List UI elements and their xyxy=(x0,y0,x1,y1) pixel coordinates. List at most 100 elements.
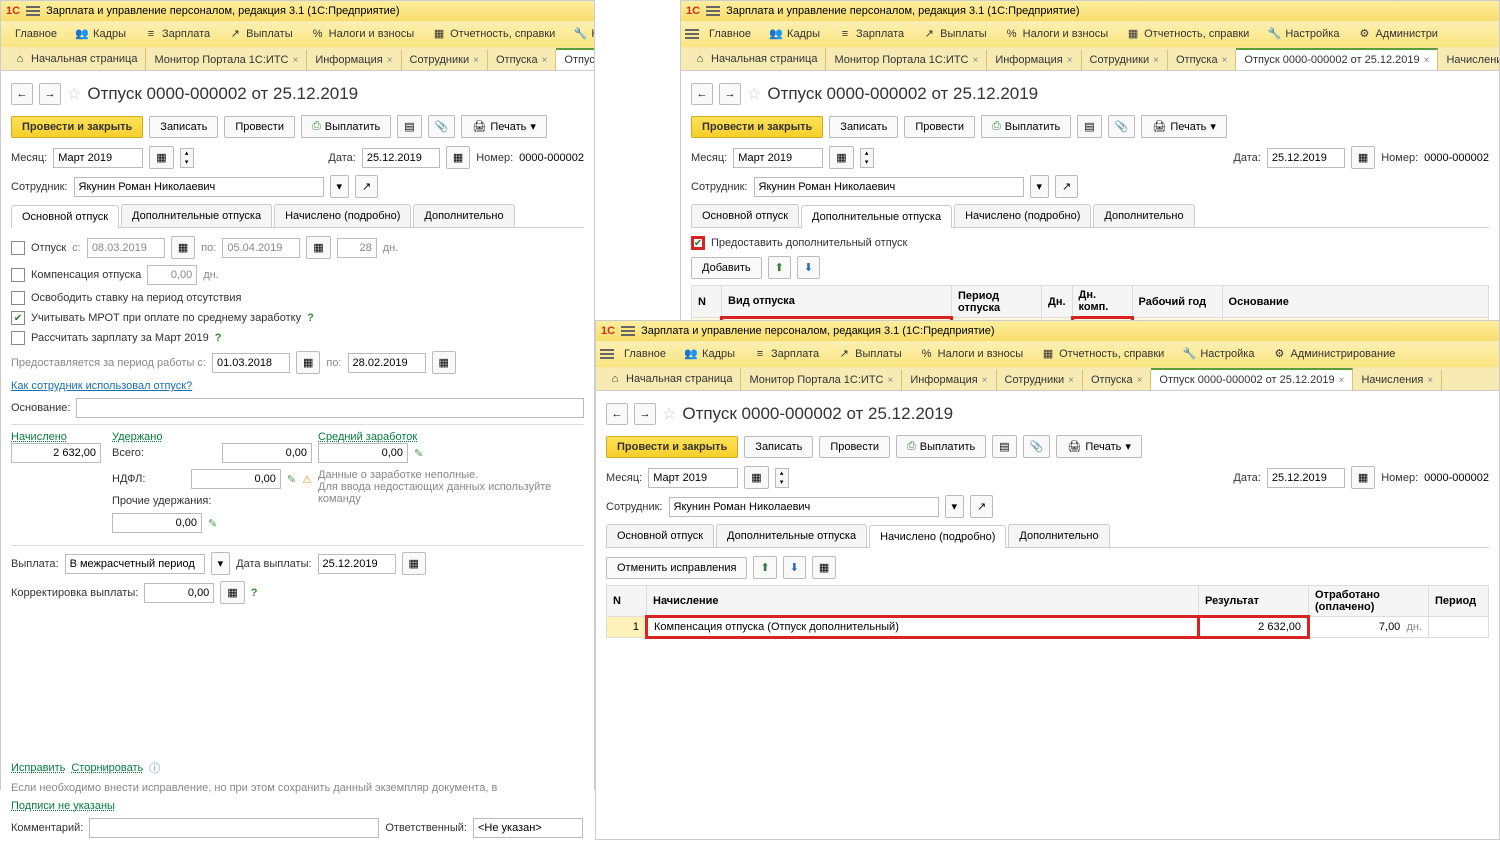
formtab-extra[interactable]: Дополнительные отпуска xyxy=(121,204,272,227)
tab-emp[interactable]: Сотрудники× xyxy=(402,50,488,70)
fld-paydate[interactable] xyxy=(318,554,396,574)
cell-accrual-name[interactable]: Компенсация отпуска (Отпуск дополнительн… xyxy=(647,617,1199,638)
show-icon[interactable]: ▦ xyxy=(812,556,836,579)
fld-emp[interactable] xyxy=(74,177,324,197)
fld-p1[interactable] xyxy=(212,353,290,373)
edit-icon[interactable]: ✎ xyxy=(414,447,423,460)
help-icon[interactable]: ? xyxy=(251,587,258,599)
menu-otchet[interactable]: ▦Отчетность, справки xyxy=(424,24,563,44)
star-icon[interactable]: ☆ xyxy=(67,84,81,104)
fld-to[interactable] xyxy=(222,238,300,258)
move-down-icon[interactable]: ⬇ xyxy=(797,256,820,279)
chk-free[interactable] xyxy=(11,291,25,305)
btn-attach[interactable]: 📎 xyxy=(428,115,456,138)
close-icon[interactable]: × xyxy=(387,55,393,66)
calendar-icon[interactable]: ▦ xyxy=(402,552,426,575)
star-icon[interactable]: ☆ xyxy=(747,84,761,104)
fld-from[interactable] xyxy=(87,238,165,258)
calendar-icon[interactable]: ▦ xyxy=(432,351,456,374)
btn-add[interactable]: Добавить xyxy=(691,257,762,279)
menu-vyplaty[interactable]: ↗Выплаты xyxy=(220,24,300,44)
nav-fwd[interactable]: → xyxy=(719,83,741,105)
chk-recalc[interactable] xyxy=(11,331,25,345)
link-avg[interactable]: Средний заработок xyxy=(318,431,584,443)
hamburger-icon[interactable] xyxy=(685,29,699,39)
chk-grant-extra[interactable]: ✔ xyxy=(691,236,705,250)
formtab-accrued[interactable]: Начислено (подробно) xyxy=(274,204,411,227)
fld-comment[interactable] xyxy=(89,818,379,838)
lbl-date: Дата: xyxy=(328,152,355,164)
fld-days[interactable] xyxy=(337,238,377,258)
fld-month[interactable] xyxy=(53,148,143,168)
chk-comp[interactable] xyxy=(11,268,25,282)
btn-pay[interactable]: ⎙Выплатить xyxy=(301,115,391,138)
chk-mrot[interactable]: ✔ xyxy=(11,311,25,325)
nav-back[interactable]: ← xyxy=(691,83,713,105)
menu-nastroika[interactable]: 🔧Настройка xyxy=(565,24,594,44)
link-storno[interactable]: Сторнировать xyxy=(71,762,143,774)
move-up-icon[interactable]: ⬆ xyxy=(768,256,791,279)
close-icon[interactable]: × xyxy=(292,55,298,66)
btn-proceed-close[interactable]: Провести и закрыть xyxy=(11,116,143,138)
table-row[interactable]: 1 Компенсация отпуска (Отпуск дополнител… xyxy=(607,617,1489,638)
edit-icon[interactable]: ✎ xyxy=(208,517,217,530)
help-icon[interactable]: ? xyxy=(307,312,314,324)
calendar-icon[interactable]: ▦ xyxy=(296,351,320,374)
tab-home[interactable]: ⌂Начальная страница xyxy=(5,48,146,70)
link-accrued[interactable]: Начислено xyxy=(11,431,106,443)
fld-paywhen[interactable] xyxy=(65,554,205,574)
edit-icon[interactable]: ✎ xyxy=(287,473,296,486)
tab-vac[interactable]: Отпуска× xyxy=(488,50,556,70)
menu-main[interactable]: Главное xyxy=(7,25,65,43)
formtab-main[interactable]: Основной отпуск xyxy=(11,205,119,228)
close-icon[interactable]: × xyxy=(542,55,548,66)
hamburger-icon[interactable] xyxy=(26,6,40,16)
formtab-accrued[interactable]: Начислено (подробно) xyxy=(869,525,1006,548)
dropdown-icon[interactable]: ▾ xyxy=(330,175,350,198)
month-spinner[interactable]: ▴▾ xyxy=(180,148,194,168)
btn-print[interactable]: 🖨Печать▾ xyxy=(461,115,547,138)
tab-monitor[interactable]: Монитор Портала 1С:ИТС× xyxy=(146,50,307,70)
dropdown-icon[interactable]: ▾ xyxy=(211,552,231,575)
nav-back[interactable]: ← xyxy=(606,403,628,425)
tab-info[interactable]: Информация× xyxy=(307,50,401,70)
calendar-icon[interactable]: ▦ xyxy=(446,146,470,169)
fld-p2[interactable] xyxy=(348,353,426,373)
link-how-used[interactable]: Как сотрудник использовал отпуск? xyxy=(11,380,192,392)
nav-fwd[interactable]: → xyxy=(634,403,656,425)
link-hold[interactable]: Удержано xyxy=(112,431,312,443)
nav-back[interactable]: ← xyxy=(11,83,33,105)
tab-doc[interactable]: Отпуск 0000-000002 от 25.12.2019× xyxy=(556,48,594,70)
menu-zarplata[interactable]: ≡Зарплата xyxy=(136,24,218,44)
formtab-extra[interactable]: Дополнительные отпуска xyxy=(801,205,952,228)
move-up-icon[interactable]: ⬆ xyxy=(753,556,776,579)
menu-nalogi[interactable]: %Налоги и взносы xyxy=(303,24,423,44)
btn-post[interactable]: Провести xyxy=(224,116,295,138)
fld-corr[interactable] xyxy=(144,583,214,603)
menu-kadry[interactable]: 👥Кадры xyxy=(67,24,134,44)
open-icon[interactable]: ↗ xyxy=(355,175,378,198)
fld-date[interactable] xyxy=(362,148,440,168)
calendar-icon[interactable]: ▦ xyxy=(171,236,195,259)
hamburger-icon[interactable] xyxy=(706,6,720,16)
nav-fwd[interactable]: → xyxy=(39,83,61,105)
fld-resp[interactable] xyxy=(473,818,583,838)
btn-fill[interactable]: ▤ xyxy=(397,115,421,138)
month-picker-icon[interactable]: ▦ xyxy=(149,146,173,169)
btn-cancel-fix[interactable]: Отменить исправления xyxy=(606,557,747,579)
close-icon[interactable]: × xyxy=(473,55,479,66)
btn-save[interactable]: Записать xyxy=(149,116,218,138)
link-fix[interactable]: Исправить xyxy=(11,762,65,774)
fld-reason[interactable] xyxy=(76,398,584,418)
btn-proceed-close[interactable]: Провести и закрыть xyxy=(691,116,823,138)
link-sign[interactable]: Подписи не указаны xyxy=(11,800,115,812)
move-down-icon[interactable]: ⬇ xyxy=(783,556,806,579)
hamburger-icon[interactable] xyxy=(621,326,635,336)
fld-comp[interactable] xyxy=(147,265,197,285)
calendar-icon[interactable]: ▦ xyxy=(306,236,330,259)
cell-result[interactable]: 2 632,00 xyxy=(1199,617,1309,638)
calc-icon[interactable]: ▦ xyxy=(220,581,244,604)
help-icon[interactable]: ? xyxy=(215,332,222,344)
chk-vacation[interactable] xyxy=(11,241,25,255)
formtab-more[interactable]: Дополнительно xyxy=(413,204,514,227)
